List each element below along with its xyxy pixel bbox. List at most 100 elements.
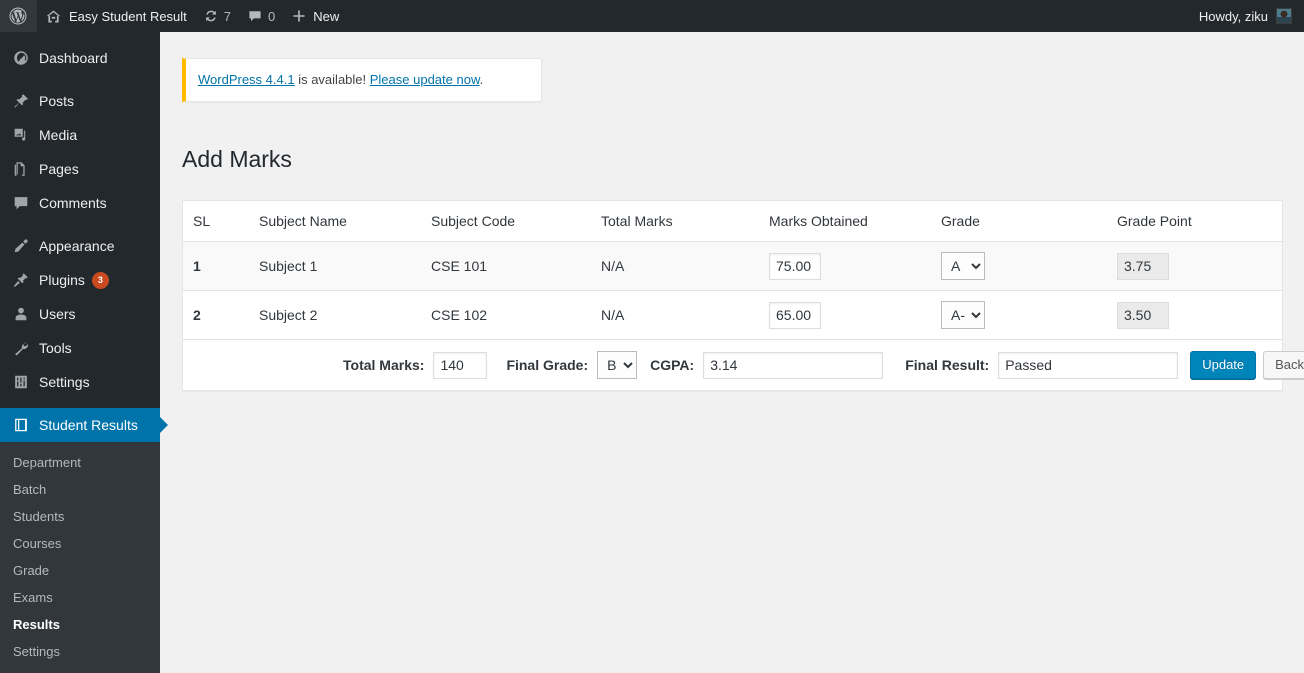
cell-total-marks: N/A: [591, 290, 759, 340]
sidebar-item-label: Settings: [39, 374, 90, 390]
cell-sl: 1: [183, 241, 249, 291]
book-icon: [11, 415, 31, 435]
marks-obtained-input[interactable]: [769, 301, 821, 329]
sidebar-item-label: Users: [39, 306, 76, 322]
comments-count: 0: [268, 8, 276, 24]
howdy-label: Howdy, ziku: [1198, 8, 1268, 24]
please-update-now-link[interactable]: Please update now: [370, 72, 480, 87]
sidebar-item-media[interactable]: Media: [0, 118, 160, 152]
sidebar-item-users[interactable]: Users: [0, 297, 160, 331]
updates-count: 7: [223, 8, 232, 24]
submenu-item-courses[interactable]: Courses: [0, 530, 160, 557]
site-name: Easy Student Result: [69, 8, 187, 24]
submenu-item-students[interactable]: Students: [0, 503, 160, 530]
cell-grade-point: [1107, 241, 1282, 291]
menu-separator-2: [0, 220, 160, 229]
marks-table-body: 1 Subject 1 CSE 101 N/A A+AA-B+BB-CDF: [183, 241, 1282, 340]
marks-obtained-input[interactable]: [769, 252, 821, 280]
plugins-update-badge: 3: [91, 271, 109, 289]
cgpa-input[interactable]: [703, 351, 884, 379]
submenu-item-department[interactable]: Department: [0, 449, 160, 476]
new-content-button[interactable]: New: [283, 0, 347, 32]
grade-select[interactable]: A+AA-B+BB-CDF: [941, 301, 985, 329]
sidebar-item-label: Dashboard: [39, 50, 108, 66]
sidebar-item-tools[interactable]: Tools: [0, 331, 160, 365]
comment-bubble-icon: [247, 8, 263, 24]
sidebar-item-settings[interactable]: Settings: [0, 365, 160, 399]
cell-grade: A+AA-B+BB-CDF: [931, 290, 1107, 340]
table-header-row: SL Subject Name Subject Code Total Marks…: [183, 201, 1282, 242]
table-row: 2 Subject 2 CSE 102 N/A A+AA-B+BB-CDF: [183, 290, 1282, 340]
sidebar-item-pages[interactable]: Pages: [0, 152, 160, 186]
cell-sl: 2: [183, 290, 249, 340]
final-grade-select[interactable]: A+AA-B+BB-CDF: [597, 351, 638, 379]
pin-icon: [11, 91, 31, 111]
back-button[interactable]: Back: [1263, 351, 1304, 379]
column-header-subject-code: Subject Code: [421, 201, 591, 242]
cell-grade: A+AA-B+BB-CDF: [931, 241, 1107, 291]
submenu-item-grade[interactable]: Grade: [0, 557, 160, 584]
admin-sidebar-menu: Dashboard Posts Media Pages Comments App…: [0, 32, 168, 673]
plus-icon: [291, 8, 307, 24]
grade-select[interactable]: A+AA-B+BB-CDF: [941, 252, 985, 280]
sidebar-item-label: Pages: [39, 161, 79, 177]
total-marks-input[interactable]: [433, 351, 488, 379]
sidebar-item-comments[interactable]: Comments: [0, 186, 160, 220]
notice-middle-text: is available!: [294, 72, 370, 87]
pages-icon: [11, 159, 31, 179]
sidebar-item-label: Tools: [39, 340, 72, 356]
sidebar-item-label: Media: [39, 127, 78, 143]
cell-total-marks: N/A: [591, 241, 759, 291]
sidebar-item-label: Posts: [39, 93, 75, 109]
menu-top-spacer: [0, 32, 160, 41]
student-results-submenu: Department Batch Students Courses Grade …: [0, 442, 160, 673]
wordpress-logo-icon: [8, 6, 28, 26]
menu-separator-3: [0, 399, 160, 408]
sidebar-item-student-results[interactable]: Student Results: [0, 408, 168, 442]
add-marks-card: SL Subject Name Subject Code Total Marks…: [182, 200, 1304, 391]
avatar: [1276, 8, 1292, 24]
column-header-marks-obtained: Marks Obtained: [759, 201, 931, 242]
marks-table: SL Subject Name Subject Code Total Marks…: [183, 201, 1282, 340]
submenu-item-exams[interactable]: Exams: [0, 584, 160, 611]
final-result-label: Final Result:: [905, 357, 990, 373]
submenu-item-results[interactable]: Results: [0, 611, 160, 638]
admin-bar-spacer: [347, 0, 1191, 32]
update-button[interactable]: Update: [1190, 351, 1257, 379]
appearance-brush-icon: [11, 236, 31, 256]
media-icon: [11, 125, 31, 145]
users-icon: [11, 304, 31, 324]
home-icon: [45, 8, 62, 25]
submenu-item-batch[interactable]: Batch: [0, 476, 160, 503]
column-header-grade-point: Grade Point: [1107, 201, 1282, 242]
sidebar-item-plugins[interactable]: Plugins 3: [0, 263, 160, 297]
grade-point-input[interactable]: [1117, 252, 1169, 280]
admin-bar: Easy Student Result 7 0 New Howdy, ziku: [0, 0, 1304, 32]
marks-table-head: SL Subject Name Subject Code Total Marks…: [183, 201, 1282, 242]
table-row: 1 Subject 1 CSE 101 N/A A+AA-B+BB-CDF: [183, 241, 1282, 291]
grade-point-input[interactable]: [1117, 301, 1169, 329]
cell-marks-obtained: [759, 290, 931, 340]
submenu-item-settings[interactable]: Settings: [0, 638, 160, 665]
wordpress-logo-button[interactable]: [0, 0, 37, 32]
my-account-menu[interactable]: Howdy, ziku: [1191, 0, 1304, 32]
column-header-subject-name: Subject Name: [249, 201, 421, 242]
new-label: New: [313, 8, 340, 24]
wordpress-version-link[interactable]: WordPress 4.4.1: [198, 72, 295, 87]
cell-marks-obtained: [759, 241, 931, 291]
sidebar-item-label: Plugins: [39, 272, 85, 288]
cell-subject-name: Subject 1: [249, 241, 421, 291]
final-result-input[interactable]: [998, 351, 1179, 379]
sidebar-item-posts[interactable]: Posts: [0, 84, 160, 118]
plugins-plug-icon: [11, 270, 31, 290]
cell-subject-name: Subject 2: [249, 290, 421, 340]
total-marks-label: Total Marks:: [343, 357, 425, 373]
menu-separator-1: [0, 75, 160, 84]
cell-subject-code: CSE 101: [421, 241, 591, 291]
updates-link[interactable]: 7: [195, 0, 239, 32]
comments-link[interactable]: 0: [239, 0, 283, 32]
sidebar-item-appearance[interactable]: Appearance: [0, 229, 160, 263]
sidebar-item-dashboard[interactable]: Dashboard: [0, 41, 160, 75]
site-home-link[interactable]: Easy Student Result: [37, 0, 195, 32]
column-header-grade: Grade: [931, 201, 1107, 242]
